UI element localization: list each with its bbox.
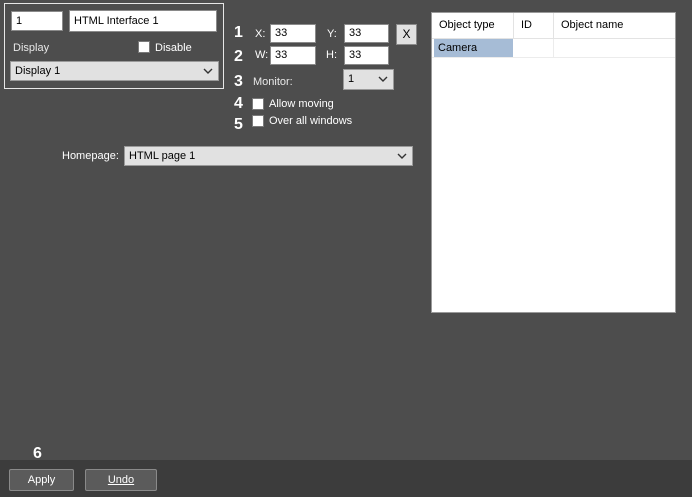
allow-moving-label: Allow moving bbox=[269, 98, 334, 110]
homepage-label: Homepage: bbox=[62, 150, 119, 162]
column-header-id[interactable]: ID bbox=[514, 13, 554, 38]
undo-button[interactable]: Undo bbox=[85, 469, 157, 491]
table-cell-object-name[interactable] bbox=[554, 39, 675, 57]
display-select[interactable]: Display 1 bbox=[10, 61, 219, 81]
monitor-label: Monitor: bbox=[253, 76, 293, 88]
chevron-down-icon bbox=[378, 76, 388, 82]
reset-position-button[interactable]: X bbox=[396, 24, 417, 45]
identity-group: 1 HTML Interface 1 Display Disable Displ… bbox=[4, 3, 224, 89]
column-header-object-name[interactable]: Object name bbox=[554, 13, 675, 38]
objects-table[interactable]: Object type ID Object name Camera bbox=[431, 12, 676, 313]
x-field[interactable]: 33 bbox=[270, 24, 316, 43]
table-cell-id[interactable] bbox=[514, 39, 554, 57]
y-label: Y: bbox=[327, 28, 337, 40]
homepage-select-value: HTML page 1 bbox=[129, 150, 196, 162]
over-all-windows-label: Over all windows bbox=[269, 115, 353, 127]
display-select-value: Display 1 bbox=[15, 65, 61, 77]
apply-button[interactable]: Apply bbox=[9, 469, 74, 491]
name-field[interactable]: HTML Interface 1 bbox=[69, 10, 217, 32]
marker-4: 4 bbox=[234, 95, 243, 112]
allow-moving-checkbox[interactable] bbox=[252, 98, 264, 110]
column-header-object-type[interactable]: Object type bbox=[432, 13, 514, 38]
monitor-select-value: 1 bbox=[348, 73, 355, 85]
x-label: X: bbox=[255, 28, 266, 40]
chevron-down-icon bbox=[397, 153, 407, 159]
display-label: Display bbox=[13, 42, 50, 54]
chevron-down-icon bbox=[203, 68, 213, 74]
w-field[interactable]: 33 bbox=[270, 46, 316, 65]
disable-checkbox[interactable] bbox=[138, 41, 150, 53]
w-label: W: bbox=[255, 49, 269, 61]
id-field[interactable]: 1 bbox=[11, 11, 63, 31]
marker-5: 5 bbox=[234, 116, 243, 133]
h-field[interactable]: 33 bbox=[344, 46, 389, 65]
table-cell-object-type[interactable]: Camera bbox=[434, 39, 513, 57]
marker-3: 3 bbox=[234, 73, 243, 90]
marker-1: 1 bbox=[234, 24, 243, 41]
over-all-windows-checkbox[interactable] bbox=[252, 115, 264, 127]
homepage-select[interactable]: HTML page 1 bbox=[124, 146, 413, 166]
footer-bar: Apply Undo bbox=[0, 460, 692, 497]
marker-2: 2 bbox=[234, 48, 243, 65]
disable-label: Disable bbox=[155, 42, 192, 54]
h-label: H: bbox=[326, 49, 337, 61]
y-field[interactable]: 33 bbox=[344, 24, 389, 43]
row-divider bbox=[432, 57, 675, 58]
monitor-select[interactable]: 1 bbox=[343, 69, 394, 90]
